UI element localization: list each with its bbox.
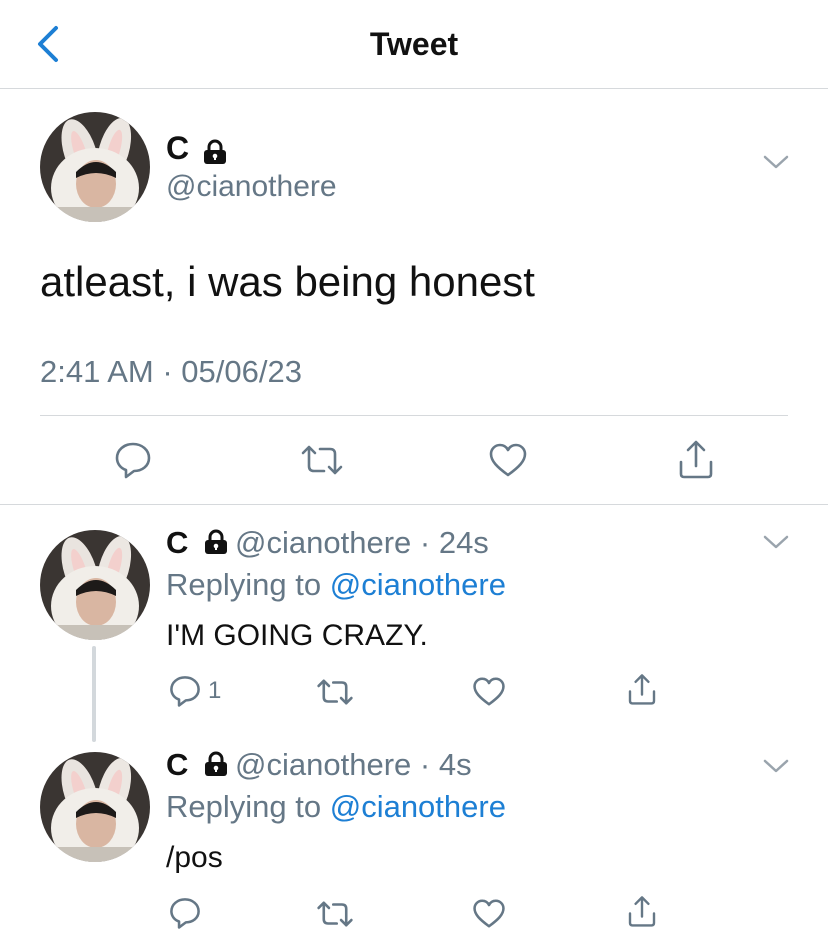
replying-to: Replying to @cianothere (166, 567, 506, 603)
retweet-icon (301, 445, 343, 475)
reply-button[interactable]: 1 (168, 674, 221, 708)
replying-to-label: Replying to (166, 789, 322, 824)
page-title: Tweet (369, 26, 459, 62)
author-name: C (166, 747, 189, 782)
tweet-text: atleast, i was being honest (40, 258, 535, 305)
lock-icon (202, 139, 228, 165)
retweet-button[interactable] (316, 898, 354, 930)
replying-to: Replying to @cianothere (166, 789, 506, 825)
avatar[interactable] (40, 112, 150, 222)
chevron-down-icon (763, 535, 789, 549)
heart-icon (473, 677, 505, 706)
avatar[interactable] (40, 752, 150, 862)
chevron-down-icon (763, 759, 789, 773)
replying-to-label: Replying to (166, 567, 322, 602)
reply-text: I'M GOING CRAZY. (166, 619, 428, 652)
replying-to-mention[interactable]: @cianothere (330, 567, 506, 602)
share-button[interactable] (626, 672, 658, 706)
share-icon (628, 896, 656, 927)
chevron-down-icon (763, 155, 789, 169)
reply-text: /pos (166, 841, 223, 874)
retweet-button[interactable] (316, 676, 354, 708)
reply-count: 1 (208, 677, 222, 704)
share-icon (679, 440, 713, 479)
like-button[interactable] (472, 676, 506, 707)
author-handle[interactable]: @cianothere (235, 747, 411, 782)
share-button[interactable] (676, 438, 716, 480)
retweet-icon (317, 679, 353, 705)
heart-icon (489, 443, 527, 477)
avatar[interactable] (40, 530, 150, 640)
lock-icon (203, 529, 229, 555)
retweet-button[interactable] (300, 442, 344, 478)
divider (0, 504, 828, 505)
reply-button[interactable] (168, 896, 202, 930)
reply-icon (170, 676, 200, 707)
tweet-timestamp: 2:41 AM · 05/06/23 (40, 354, 302, 389)
like-button[interactable] (488, 442, 528, 478)
more-options-button[interactable] (762, 152, 790, 177)
reply-header: C @cianothere · 24s (166, 525, 489, 561)
reply-time: · 24s (419, 525, 489, 560)
lock-icon (203, 751, 229, 777)
more-options-button[interactable] (762, 756, 790, 781)
more-options-button[interactable] (762, 532, 790, 557)
reply-icon (170, 898, 200, 929)
reply-header: C @cianothere · 4s (166, 747, 472, 783)
author-row: C (166, 130, 228, 167)
reply-icon (115, 442, 151, 479)
share-button[interactable] (626, 894, 658, 928)
author-handle[interactable]: @cianothere (235, 525, 411, 560)
heart-icon (473, 899, 505, 928)
author-name: C (166, 130, 190, 166)
reply-time: · 4s (419, 747, 472, 782)
author-name: C (166, 525, 189, 560)
author-handle[interactable]: @cianothere (166, 170, 337, 204)
like-button[interactable] (472, 898, 506, 929)
reply-button[interactable] (113, 440, 153, 480)
replying-to-mention[interactable]: @cianothere (330, 789, 506, 824)
retweet-icon (317, 901, 353, 927)
share-icon (628, 674, 656, 705)
thread-connector-line (92, 646, 96, 742)
divider (40, 415, 788, 416)
